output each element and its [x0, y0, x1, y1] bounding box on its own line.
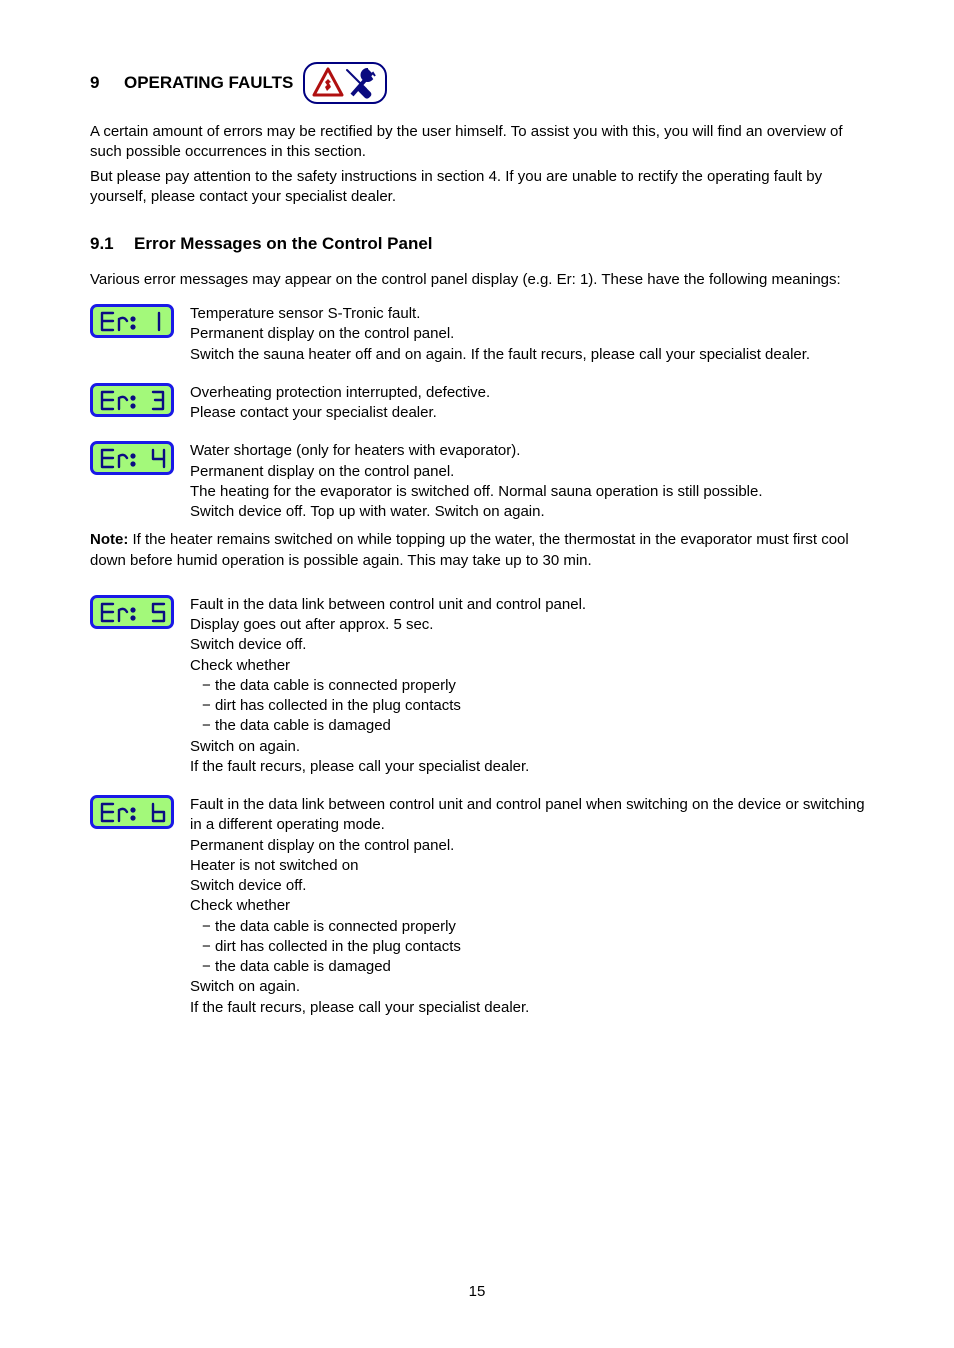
subsection-title: Error Messages on the Control Panel — [134, 233, 433, 256]
note-er4: Note: If the heater remains switched on … — [90, 530, 874, 571]
error-text: Fault in the data link between control u… — [190, 595, 874, 777]
lcd-display-icon — [90, 595, 174, 629]
lcd-display-icon — [90, 383, 174, 417]
error-row-6: Fault in the data link between control u… — [90, 795, 874, 1018]
warning-service-icon — [303, 62, 387, 104]
intro-paragraph-1: A certain amount of errors may be rectif… — [90, 122, 874, 163]
error-text: Overheating protection interrupted, defe… — [190, 383, 874, 424]
note-label: Note: — [90, 531, 128, 548]
check-item: − the data cable is damaged — [190, 716, 874, 736]
check-item: − dirt has collected in the plug contact… — [190, 937, 874, 957]
check-item: − dirt has collected in the plug contact… — [190, 696, 874, 716]
error-text: Fault in the data link between control u… — [190, 795, 874, 1018]
lcd-er3 — [90, 383, 190, 424]
error-row-1: Temperature sensor S-Tronic fault. Perma… — [90, 304, 874, 365]
lcd-er4 — [90, 441, 190, 522]
note-text: If the heater remains switched on while … — [90, 531, 849, 568]
lcd-er1 — [90, 304, 190, 365]
check-item: − the data cable is damaged — [190, 957, 874, 977]
lcd-er6 — [90, 795, 190, 1018]
error-row-5: Fault in the data link between control u… — [90, 595, 874, 777]
lcd-display-icon — [90, 304, 174, 338]
error-text: Water shortage (only for heaters with ev… — [190, 441, 874, 522]
error-row-3: Overheating protection interrupted, defe… — [90, 383, 874, 424]
check-item: − the data cable is connected properly — [190, 917, 874, 937]
section-heading: 9 OPERATING FAULTS — [90, 62, 874, 104]
lcd-display-icon — [90, 795, 174, 829]
page-number: 15 — [469, 1282, 486, 1302]
error-text: Temperature sensor S-Tronic fault. Perma… — [190, 304, 874, 365]
intro-text: A certain amount of errors may be rectif… — [90, 122, 874, 207]
intro-paragraph-2: But please pay attention to the safety i… — [90, 167, 874, 208]
section-number: 9 — [90, 72, 114, 95]
lcd-er5 — [90, 595, 190, 777]
error-row-4: Water shortage (only for heaters with ev… — [90, 441, 874, 522]
lcd-display-icon — [90, 441, 174, 475]
subsection-number: 9.1 — [90, 233, 124, 256]
subsection-intro: Various error messages may appear on the… — [90, 270, 874, 290]
subsection-heading: 9.1 Error Messages on the Control Panel — [90, 233, 874, 256]
section-title: OPERATING FAULTS — [124, 72, 293, 95]
check-item: − the data cable is connected properly — [190, 676, 874, 696]
